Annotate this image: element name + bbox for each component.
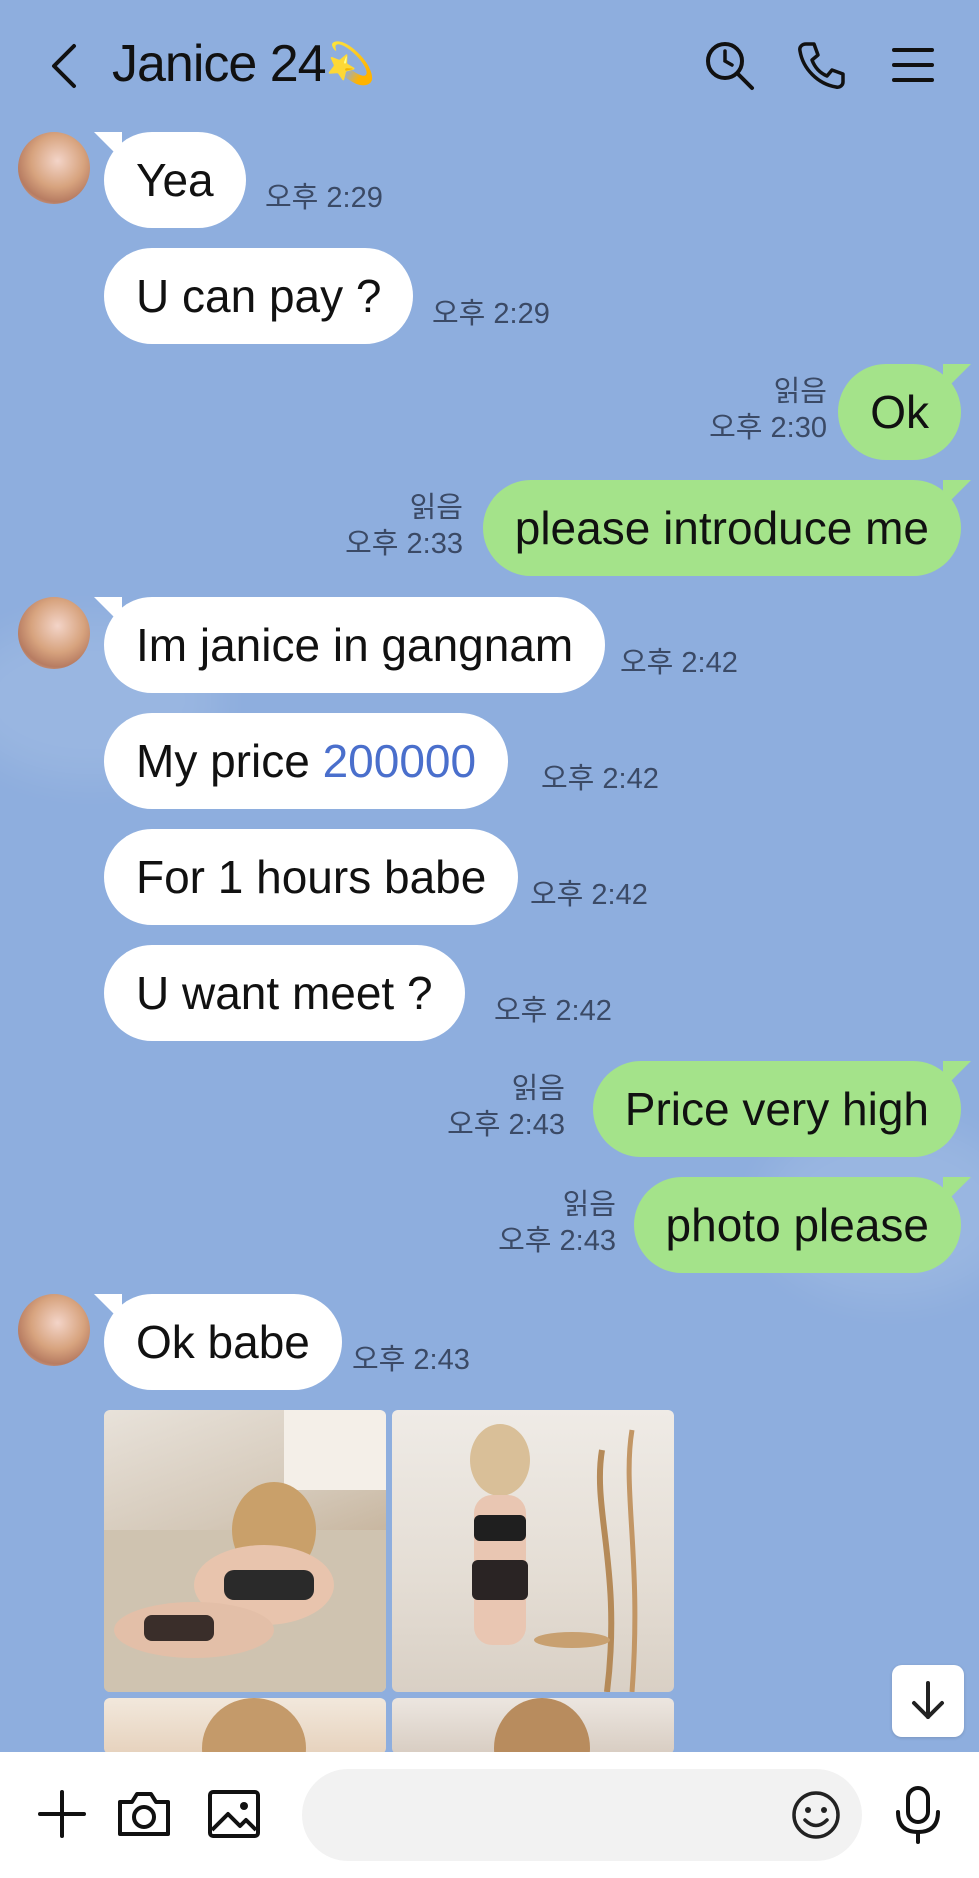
contact-avatar[interactable] <box>18 132 90 204</box>
message-text: Ok <box>870 386 929 438</box>
message-meta: 오후 2:42 <box>494 993 612 1029</box>
emoji-button[interactable] <box>790 1789 842 1841</box>
back-button[interactable] <box>40 38 90 94</box>
message-meta: 오후 2:43 <box>352 1342 470 1378</box>
message-text: please introduce me <box>514 502 929 554</box>
message-bubble-outgoing[interactable]: photo please <box>633 1177 971 1273</box>
message-text: U want meet ? <box>136 967 433 1019</box>
chat-title[interactable]: Janice 24💫 <box>112 34 376 94</box>
message-time: 오후 2:42 <box>541 763 659 795</box>
message-time: 오후 2:29 <box>432 298 550 330</box>
photo-image <box>202 1698 306 1754</box>
message-time: 오후 2:43 <box>352 1344 470 1376</box>
bubble-tail <box>943 480 971 508</box>
message-meta: 읽음 오후 2:43 <box>498 1187 616 1259</box>
arrow-down-icon <box>912 1681 944 1719</box>
composer-bar <box>0 1752 979 1878</box>
dizzy-star-emoji: 💫 <box>325 42 376 86</box>
bubble-tail <box>943 364 971 392</box>
photo-image <box>104 1410 386 1692</box>
smiley-icon <box>792 1791 840 1839</box>
contact-name: Janice 24 <box>112 35 327 93</box>
camera-icon <box>118 1792 170 1836</box>
message-meta: 오후 2:42 <box>530 877 648 913</box>
phone-icon <box>798 42 845 89</box>
read-receipt: 읽음 <box>409 492 463 524</box>
message-meta: 읽음 오후 2:30 <box>709 374 827 446</box>
photo-thumbnail[interactable] <box>104 1410 386 1692</box>
read-receipt: 읽음 <box>562 1189 616 1221</box>
message-time: 오후 2:42 <box>494 995 612 1027</box>
message-text: For 1 hours babe <box>136 851 487 903</box>
message-bubble-incoming[interactable]: U want meet ? <box>104 945 465 1041</box>
call-button[interactable] <box>794 38 848 92</box>
message-bubble-outgoing[interactable]: Ok <box>838 364 971 460</box>
menu-button[interactable] <box>886 38 940 92</box>
search-button[interactable] <box>702 38 756 92</box>
bubble-tail <box>943 1061 971 1089</box>
message-time: 오후 2:29 <box>265 182 383 214</box>
message-time: 오후 2:42 <box>530 879 648 911</box>
photo-image <box>494 1698 590 1754</box>
message-meta: 오후 2:42 <box>620 645 738 681</box>
bubble-tail <box>94 1294 122 1322</box>
bubble-tail <box>94 597 122 625</box>
search-clock-icon <box>706 42 754 90</box>
message-bubble-outgoing[interactable]: please introduce me <box>482 480 971 576</box>
add-attachment-button[interactable] <box>30 1782 94 1846</box>
message-text: Price very high <box>624 1083 929 1135</box>
camera-button[interactable] <box>112 1782 176 1846</box>
contact-avatar[interactable] <box>18 597 90 669</box>
contact-avatar[interactable] <box>18 1294 90 1366</box>
message-bubble-incoming[interactable]: Ok babe <box>94 1294 342 1390</box>
chat-header: Janice 24💫 <box>0 0 979 130</box>
message-input[interactable] <box>302 1769 862 1861</box>
message-time: 오후 2:30 <box>709 412 827 444</box>
bubble-tail <box>943 1177 971 1205</box>
read-receipt: 읽음 <box>773 376 827 408</box>
voice-message-button[interactable] <box>886 1782 950 1846</box>
plus-icon <box>38 1790 86 1838</box>
scroll-to-bottom-button[interactable] <box>892 1665 964 1737</box>
phone-number-link[interactable]: 200000 <box>323 735 477 787</box>
message-time: 오후 2:33 <box>345 528 463 560</box>
bubble-tail <box>94 132 122 160</box>
message-time: 오후 2:43 <box>498 1225 616 1257</box>
photo-thumbnail[interactable] <box>392 1698 674 1754</box>
message-text: Im janice in gangnam <box>136 619 574 671</box>
chevron-left-icon <box>52 44 76 88</box>
message-meta: 오후 2:42 <box>541 761 659 797</box>
message-time: 오후 2:42 <box>620 647 738 679</box>
photo-thumbnail[interactable] <box>392 1410 674 1692</box>
image-icon <box>208 1790 260 1838</box>
message-text: photo please <box>665 1199 929 1251</box>
message-bubble-incoming[interactable]: U can pay ? <box>104 248 414 344</box>
read-receipt: 읽음 <box>511 1073 565 1105</box>
menu-icon <box>892 48 934 82</box>
message-bubble-incoming[interactable]: For 1 hours babe <box>104 829 519 925</box>
message-meta: 읽음 오후 2:43 <box>447 1071 565 1143</box>
message-bubble-incoming[interactable]: Im janice in gangnam <box>94 597 606 693</box>
photo-thumbnail[interactable] <box>104 1698 386 1754</box>
message-text: Yea <box>136 154 214 206</box>
message-meta: 오후 2:29 <box>265 180 383 216</box>
message-text: U can pay ? <box>136 270 382 322</box>
message-bubble-incoming[interactable]: My price 200000 <box>104 713 509 809</box>
message-meta: 읽음 오후 2:33 <box>345 490 463 562</box>
microphone-icon <box>896 1786 940 1844</box>
message-text: My price <box>136 735 323 787</box>
gallery-button[interactable] <box>202 1782 266 1846</box>
message-bubble-incoming[interactable]: Yea <box>94 132 246 228</box>
message-text: Ok babe <box>136 1316 310 1368</box>
message-meta: 오후 2:29 <box>432 296 550 332</box>
message-bubble-outgoing[interactable]: Price very high <box>592 1061 971 1157</box>
message-time: 오후 2:43 <box>447 1109 565 1141</box>
photo-image <box>470 1424 638 1692</box>
